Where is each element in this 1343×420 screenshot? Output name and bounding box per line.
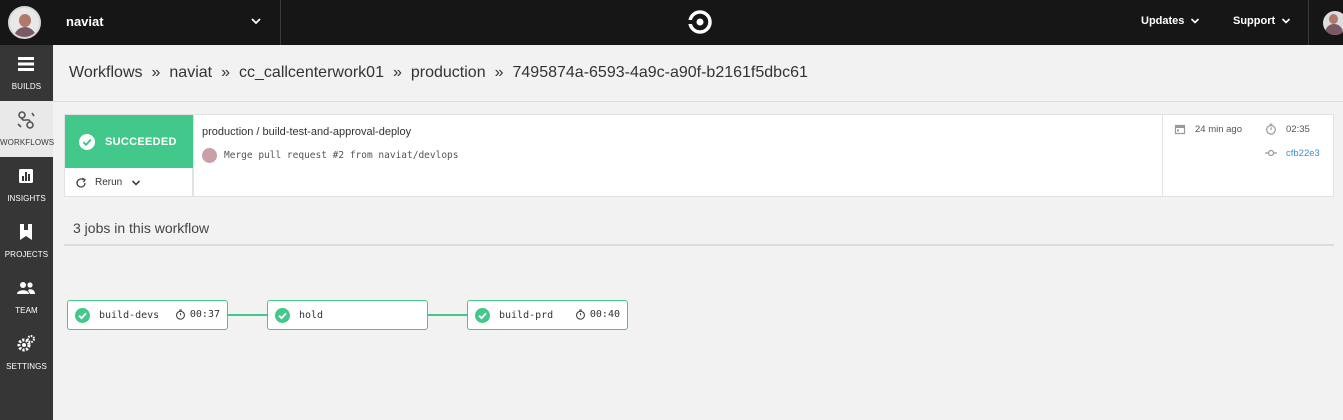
breadcrumb: Workflows » naviat » cc_callcenterwork01… [69, 64, 808, 82]
support-label: Support [1233, 15, 1276, 27]
job-connector [427, 314, 468, 316]
job-connector [227, 314, 268, 316]
jobs-section-title: 3 jobs in this workflow [73, 220, 210, 236]
org-switcher-name[interactable]: naviat [66, 14, 104, 29]
sidebar-item-label: BUILDS [11, 82, 42, 91]
workflows-icon [17, 111, 35, 129]
card-divider [193, 115, 194, 196]
sidebar-item-workflows[interactable]: WORKFLOWS [0, 101, 55, 157]
support-menu[interactable]: Support [1233, 15, 1291, 27]
duration-label: 02:35 [1286, 123, 1310, 135]
sidebar-item-label: SETTINGS [6, 362, 47, 371]
commit-hash[interactable]: cfb22e3 [1286, 148, 1320, 159]
author-avatar [202, 148, 217, 163]
sidebar: BUILDS WORKFLOWS INSIGHTS PROJECTS TEAM [0, 45, 55, 420]
rerun-button[interactable]: Rerun [65, 168, 193, 197]
updates-label: Updates [1141, 15, 1185, 27]
header-divider [53, 101, 1343, 102]
insights-icon [19, 169, 33, 183]
status-badge: SUCCEEDED [65, 115, 193, 168]
stopwatch-icon [1266, 123, 1276, 135]
sidebar-item-builds[interactable]: BUILDS [0, 45, 53, 101]
refresh-icon [76, 177, 86, 188]
commit-message: Merge pull request #2 from naviat/devlop… [224, 150, 459, 161]
job-name: hold [299, 309, 324, 321]
chevron-down-icon[interactable] [130, 177, 142, 189]
job-duration-label: 00:37 [189, 309, 220, 320]
settings-icon [17, 335, 35, 352]
time-ago-label: 24 min ago [1195, 123, 1243, 135]
sidebar-item-label: TEAM [15, 306, 38, 315]
job-duration-label: 00:40 [589, 309, 620, 320]
sidebar-item-settings[interactable]: SETTINGS [0, 325, 53, 381]
circleci-logo-icon[interactable] [687, 9, 713, 35]
topbar-divider [1308, 0, 1309, 45]
stopwatch-icon [175, 309, 185, 320]
builds-icon [18, 57, 34, 71]
commit-info: Merge pull request #2 from naviat/devlop… [202, 148, 459, 163]
chevron-down-icon [1282, 18, 1291, 24]
job-duration: 00:37 [175, 309, 220, 320]
job-build-prd[interactable]: build-prd 00:40 [467, 300, 628, 330]
status-label: SUCCEEDED [105, 135, 177, 148]
duration: 02:35 [1265, 123, 1310, 135]
sidebar-item-label: INSIGHTS [7, 194, 46, 203]
calendar-icon [1174, 124, 1186, 135]
user-avatar[interactable] [1323, 11, 1343, 35]
job-build-devs[interactable]: build-devs 00:37 [67, 300, 228, 330]
rerun-label: Rerun [95, 177, 123, 188]
time-ago: 24 min ago [1174, 123, 1242, 135]
commit-icon [1265, 149, 1277, 157]
breadcrumb-workflows[interactable]: Workflows [69, 64, 143, 82]
team-icon [17, 282, 35, 294]
check-circle-icon [475, 307, 490, 323]
commit-hash-link[interactable]: cfb22e3 [1265, 147, 1320, 159]
breadcrumb-separator: » [392, 64, 402, 81]
sidebar-item-label: WORKFLOWS [0, 138, 55, 147]
topbar-divider [280, 0, 281, 45]
chevron-down-icon [1191, 18, 1200, 24]
projects-icon [20, 224, 32, 240]
breadcrumb-branch[interactable]: production [411, 64, 486, 82]
sidebar-item-label: PROJECTS [4, 250, 49, 259]
breadcrumb-separator: » [151, 64, 161, 81]
job-duration: 00:40 [575, 309, 620, 320]
workflow-name[interactable]: production / build-test-and-approval-dep… [202, 126, 411, 138]
breadcrumb-project[interactable]: cc_callcenterwork01 [239, 64, 384, 82]
stopwatch-icon [575, 309, 585, 320]
workflow-summary-card: SUCCEEDED Rerun production / build-test-… [64, 114, 1334, 197]
breadcrumb-workflow-id: 7495874a-6593-4a9c-a90f-b2161f5dbc61 [512, 64, 808, 81]
chevron-down-icon[interactable] [250, 15, 262, 27]
updates-menu[interactable]: Updates [1141, 15, 1200, 27]
breadcrumb-org[interactable]: naviat [169, 64, 212, 82]
sidebar-item-team[interactable]: TEAM [0, 269, 53, 325]
job-hold[interactable]: hold [267, 300, 428, 330]
sidebar-item-projects[interactable]: PROJECTS [0, 213, 53, 269]
sidebar-item-insights[interactable]: INSIGHTS [0, 157, 53, 213]
job-name: build-prd [499, 309, 554, 321]
top-bar: naviat Updates Support [0, 0, 1343, 45]
breadcrumb-separator: » [494, 64, 504, 81]
check-circle-icon [79, 133, 95, 150]
job-name: build-devs [99, 309, 160, 321]
breadcrumb-separator: » [221, 64, 231, 81]
org-avatar[interactable] [8, 6, 41, 39]
check-circle-icon [75, 307, 90, 323]
jobs-divider [64, 244, 1334, 246]
card-divider [1162, 115, 1163, 196]
check-circle-icon [275, 307, 290, 323]
